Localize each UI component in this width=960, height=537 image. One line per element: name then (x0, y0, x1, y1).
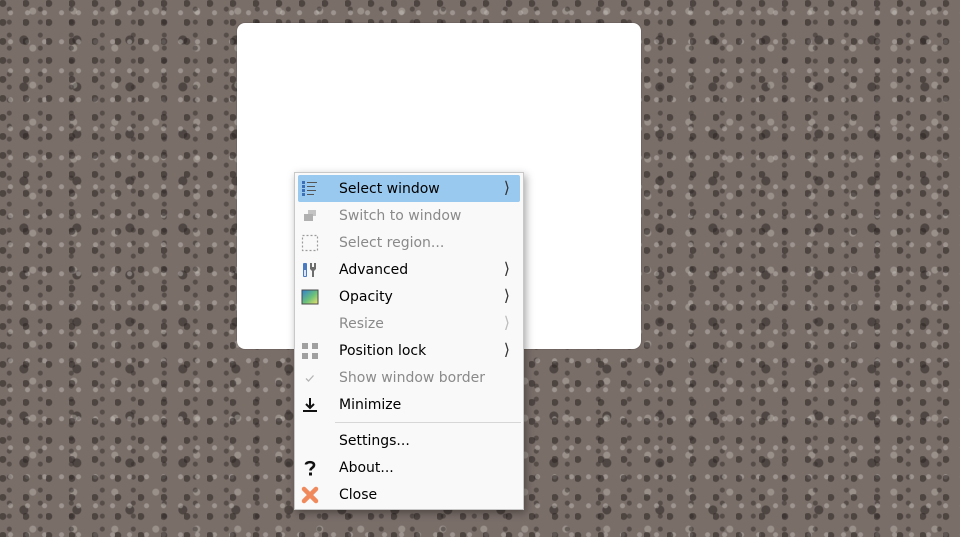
menu-item-resize[interactable]: Resize ⟩ (298, 310, 520, 337)
menu-item-label: Close (339, 487, 378, 503)
menu-item-label: Switch to window (339, 208, 462, 224)
menu-item-about[interactable]: About... (298, 454, 520, 481)
select-window-icon (300, 179, 320, 199)
menu-item-select-window[interactable]: Select window ⟩ (298, 175, 520, 202)
menu-item-label: Select region... (339, 235, 445, 251)
menu-item-label: Position lock (339, 343, 427, 359)
menu-item-settings[interactable]: Settings... (298, 427, 520, 454)
menu-item-select-region[interactable]: Select region... (298, 229, 520, 256)
submenu-arrow-icon: ⟩ (503, 178, 510, 197)
menu-item-label: Opacity (339, 289, 393, 305)
context-menu: Select window ⟩ Switch to window Select … (294, 172, 524, 510)
menu-item-label: Show window border (339, 370, 486, 386)
menu-item-minimize[interactable]: Minimize (298, 391, 520, 418)
menu-item-show-window-border[interactable]: Show window border (298, 364, 520, 391)
submenu-arrow-icon: ⟩ (503, 340, 510, 359)
submenu-arrow-icon: ⟩ (503, 313, 510, 332)
tools-icon (300, 260, 320, 280)
checkmark-icon (300, 368, 320, 388)
menu-item-label: Select window (339, 181, 440, 197)
switch-window-icon (300, 206, 320, 226)
menu-item-label: Resize (339, 316, 384, 332)
grid-lock-icon (300, 341, 320, 361)
menu-item-label: Minimize (339, 397, 402, 413)
close-x-icon (300, 485, 320, 505)
submenu-arrow-icon: ⟩ (503, 259, 510, 278)
menu-separator (335, 422, 521, 423)
menu-item-label: Settings... (339, 433, 410, 449)
menu-item-advanced[interactable]: Advanced ⟩ (298, 256, 520, 283)
help-question-icon (300, 458, 320, 478)
minimize-icon (300, 395, 320, 415)
menu-item-position-lock[interactable]: Position lock ⟩ (298, 337, 520, 364)
menu-item-label: Advanced (339, 262, 409, 278)
menu-item-close[interactable]: Close (298, 481, 520, 508)
submenu-arrow-icon: ⟩ (503, 286, 510, 305)
select-region-icon (300, 233, 320, 253)
menu-item-switch-to-window[interactable]: Switch to window (298, 202, 520, 229)
menu-item-opacity[interactable]: Opacity ⟩ (298, 283, 520, 310)
opacity-icon (300, 287, 320, 307)
menu-item-label: About... (339, 460, 394, 476)
